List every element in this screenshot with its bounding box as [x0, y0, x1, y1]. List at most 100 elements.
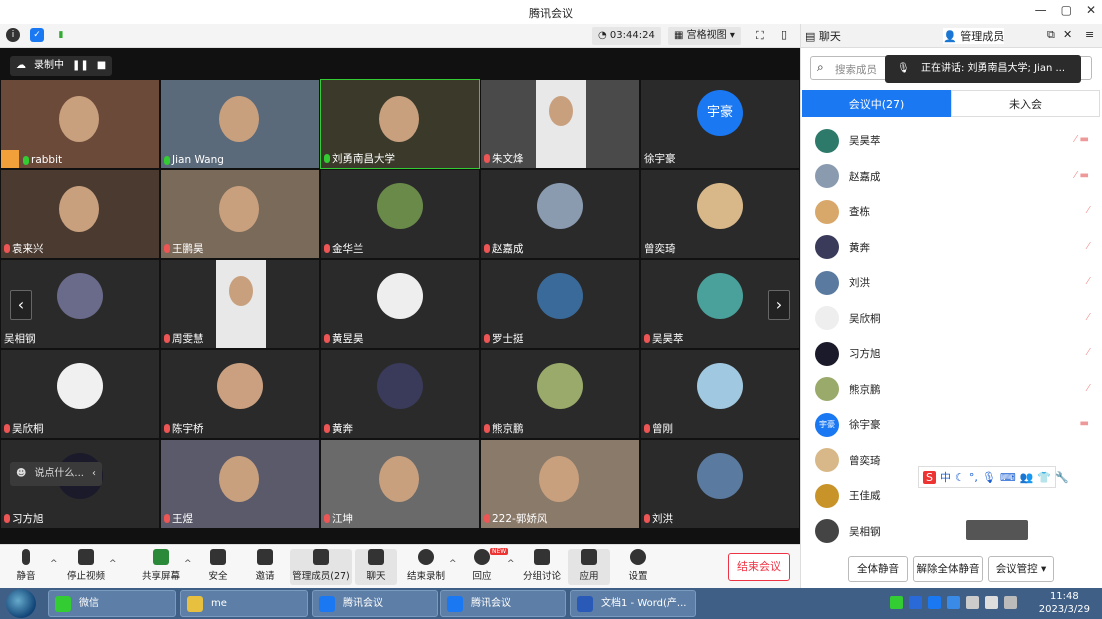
- video-tile[interactable]: rabbit: [0, 79, 160, 169]
- microphone-muted-icon[interactable]: ⁄ ▬: [1075, 134, 1089, 145]
- video-tile[interactable]: 曾刚: [640, 349, 800, 439]
- ime-moon-icon[interactable]: ☾: [955, 471, 965, 484]
- video-tile[interactable]: 宇豪 徐宇豪: [640, 79, 800, 169]
- microphone-muted-icon[interactable]: ⁄: [1087, 241, 1089, 252]
- video-tile[interactable]: 王鹏昊: [160, 169, 320, 259]
- video-tile[interactable]: 222-郭娇风: [480, 439, 640, 529]
- mute-all-button[interactable]: 全体静音: [848, 556, 908, 582]
- stop-record-icon[interactable]: ■: [97, 56, 106, 76]
- wechat-tray-icon[interactable]: [890, 596, 903, 609]
- quick-chat-input[interactable]: ☻ 说点什么... ‹: [10, 462, 102, 486]
- tab-members[interactable]: 👤 管理成员: [943, 28, 1005, 44]
- video-tile[interactable]: 黄昱昊: [320, 259, 480, 349]
- taskbar-item[interactable]: me: [180, 590, 308, 617]
- microphone-muted-icon[interactable]: ⁄: [1087, 312, 1089, 323]
- popout-icon[interactable]: ⧉: [1047, 28, 1055, 42]
- collapse-icon[interactable]: ‹: [92, 462, 96, 486]
- member-row[interactable]: 黄奔 ⁄: [801, 230, 1101, 266]
- breakout-rooms-button[interactable]: 分组讨论: [516, 549, 568, 582]
- prev-page-button[interactable]: ‹: [10, 290, 32, 320]
- fullscreen-icon[interactable]: ⛶: [756, 29, 764, 43]
- member-row[interactable]: 吴昊萃 ⁄ ▬: [801, 123, 1101, 159]
- start-button[interactable]: [6, 589, 36, 618]
- ime-tools-icon[interactable]: 🔧: [1055, 471, 1069, 484]
- security-button[interactable]: 安全: [194, 549, 242, 582]
- microphone-muted-icon[interactable]: ⁄: [1087, 205, 1089, 216]
- stop-video-button[interactable]: 停止视频: [62, 549, 110, 582]
- ime-punct-icon[interactable]: °,: [969, 471, 978, 484]
- ime-user-icon[interactable]: 👥: [1020, 471, 1034, 484]
- close-panel-icon[interactable]: ✕: [1063, 28, 1072, 41]
- signal-tray-icon[interactable]: [966, 596, 979, 609]
- share-screen-button[interactable]: 共享屏幕: [137, 549, 185, 582]
- pause-record-icon[interactable]: ❚❚: [72, 56, 89, 76]
- member-row[interactable]: 宇豪 徐宇豪 ▬: [801, 407, 1101, 443]
- manage-members-button[interactable]: 管理成员(27): [290, 549, 352, 585]
- member-row[interactable]: 赵嘉成 ⁄ ▬: [801, 159, 1101, 195]
- ime-toolbar[interactable]: S 中 ☾ °, 🎙 ⌨ 👥 👕 🔧: [918, 466, 1069, 488]
- recording-indicator[interactable]: ☁ 录制中 ❚❚ ■: [10, 56, 113, 76]
- member-row[interactable]: 吴欣桐 ⁄: [801, 301, 1101, 337]
- tencent-meeting-tray-icon[interactable]: [928, 596, 941, 609]
- view-switch-button[interactable]: ▦ 宫格视图 ▾: [668, 27, 741, 45]
- security-tray-icon[interactable]: [909, 596, 922, 609]
- sidebar-toggle-icon[interactable]: ▯: [781, 28, 787, 41]
- video-tile[interactable]: 王煜: [160, 439, 320, 529]
- member-row[interactable]: 习方旭 ⁄: [801, 336, 1101, 372]
- taskbar-clock[interactable]: 11:48 2023/3/29: [1039, 590, 1090, 616]
- video-tile[interactable]: 刘勇南昌大学: [320, 79, 480, 169]
- maximize-button[interactable]: ▢: [1061, 3, 1072, 17]
- video-tile[interactable]: 赵嘉成: [480, 169, 640, 259]
- member-row[interactable]: 查栋 ⁄: [801, 194, 1101, 230]
- video-tile[interactable]: 袁来兴: [0, 169, 160, 259]
- signal-icon[interactable]: ▮: [54, 28, 68, 42]
- video-tile[interactable]: 朱文烽: [480, 79, 640, 169]
- ime-chinese-icon[interactable]: 中: [940, 469, 951, 485]
- video-tile[interactable]: 熊京鹏: [480, 349, 640, 439]
- microphone-muted-icon[interactable]: ⁄: [1087, 383, 1089, 394]
- member-row[interactable]: 熊京鹏 ⁄: [801, 372, 1101, 408]
- apps-button[interactable]: 应用: [568, 549, 610, 585]
- video-options-caret[interactable]: ^: [109, 559, 117, 569]
- chat-button[interactable]: 聊天: [355, 549, 397, 585]
- reaction-options-caret[interactable]: ^: [507, 559, 515, 569]
- invite-button[interactable]: 邀请: [241, 549, 289, 582]
- end-meeting-button[interactable]: 结束会议: [728, 553, 790, 581]
- microphone-muted-icon[interactable]: ⁄ ▬: [1075, 170, 1089, 181]
- video-tile[interactable]: 曾奕琦: [640, 169, 800, 259]
- more-icon[interactable]: ≡: [1085, 28, 1094, 41]
- microphone-muted-icon[interactable]: ⁄: [1087, 347, 1089, 358]
- video-tile[interactable]: 吴欣桐: [0, 349, 160, 439]
- video-tile[interactable]: 刘洪: [640, 439, 800, 529]
- ime-voice-icon[interactable]: 🎙: [982, 471, 996, 484]
- ime-mini-toolbar[interactable]: [966, 520, 1028, 540]
- minimize-button[interactable]: —: [1035, 3, 1047, 17]
- network-tray-icon[interactable]: [947, 596, 960, 609]
- mute-button[interactable]: 静音: [2, 549, 50, 582]
- microphone-muted-icon[interactable]: ⁄: [1087, 276, 1089, 287]
- member-row[interactable]: 吴相钢: [801, 514, 1101, 550]
- volume-icon[interactable]: [985, 596, 998, 609]
- video-tile[interactable]: Jian Wang: [160, 79, 320, 169]
- unmute-all-button[interactable]: 解除全体静音: [913, 556, 983, 582]
- taskbar-item[interactable]: 微信: [48, 590, 176, 617]
- share-options-caret[interactable]: ^: [184, 559, 192, 569]
- info-icon[interactable]: i: [6, 28, 20, 42]
- sogou-icon[interactable]: S: [923, 470, 936, 484]
- ime-skin-icon[interactable]: 👕: [1037, 471, 1051, 484]
- video-tile[interactable]: 罗士挺: [480, 259, 640, 349]
- battery-icon[interactable]: [1004, 596, 1017, 609]
- end-recording-button[interactable]: 结束录制: [402, 549, 450, 582]
- video-tile[interactable]: 金华兰: [320, 169, 480, 259]
- video-tile[interactable]: 黄奔: [320, 349, 480, 439]
- taskbar-item[interactable]: 文档1 - Word(产...: [570, 590, 696, 617]
- taskbar-item[interactable]: 腾讯会议: [312, 590, 438, 617]
- taskbar-item[interactable]: 腾讯会议: [440, 590, 566, 617]
- tab-not-joined[interactable]: 未入会: [951, 90, 1100, 117]
- video-tile[interactable]: 江坤: [320, 439, 480, 529]
- tab-in-meeting[interactable]: 会议中(27): [802, 90, 951, 117]
- close-button[interactable]: ✕: [1086, 3, 1096, 17]
- next-page-button[interactable]: ›: [768, 290, 790, 320]
- emoji-icon[interactable]: ☻: [16, 462, 26, 486]
- settings-button[interactable]: 设置: [614, 549, 662, 582]
